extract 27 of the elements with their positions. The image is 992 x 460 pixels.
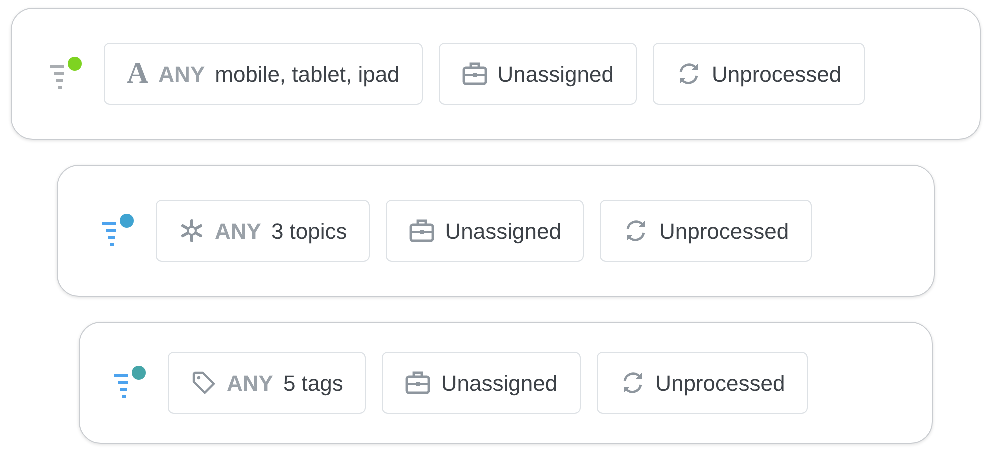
qualifier-label: ANY bbox=[227, 370, 274, 398]
chip-value: Unassigned bbox=[445, 218, 562, 246]
tag-icon bbox=[191, 370, 217, 396]
briefcase-icon bbox=[405, 370, 432, 396]
filter-chip[interactable]: Unprocessed bbox=[596, 352, 808, 414]
filter-chip[interactable]: Unassigned bbox=[382, 352, 581, 414]
chip-value: Unassigned bbox=[441, 370, 558, 398]
filter-chip[interactable]: Unprocessed bbox=[652, 43, 865, 105]
filter-chip[interactable]: ANY 3 topics bbox=[156, 200, 370, 262]
qualifier-label: ANY bbox=[215, 218, 262, 246]
qualifier-label: ANY bbox=[158, 60, 206, 88]
chip-value: Unprocessed bbox=[712, 60, 842, 89]
briefcase-icon bbox=[462, 61, 488, 87]
chip-value: Unprocessed bbox=[659, 218, 790, 246]
asterisk-icon bbox=[179, 218, 205, 244]
filter-chip[interactable]: ANY 5 tags bbox=[168, 352, 366, 414]
filter-chip[interactable]: Unprocessed bbox=[600, 200, 812, 262]
briefcase-icon bbox=[409, 218, 436, 244]
filter-chip[interactable]: A ANY mobile, tablet, ipad bbox=[104, 43, 423, 105]
chip-value: mobile, tablet, ipad bbox=[215, 60, 400, 89]
filter-chip[interactable]: Unassigned bbox=[438, 43, 637, 105]
chip-value: Unprocessed bbox=[656, 370, 786, 398]
chip-value: 5 tags bbox=[283, 370, 344, 398]
chip-value: 3 topics bbox=[271, 218, 348, 246]
filter-chip[interactable]: Unassigned bbox=[386, 200, 584, 262]
chip-value: Unassigned bbox=[498, 60, 614, 89]
letter-icon: A bbox=[127, 59, 149, 89]
